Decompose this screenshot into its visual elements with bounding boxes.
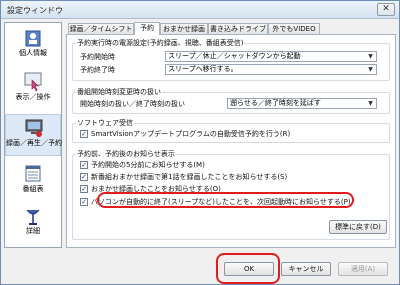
tab-recording-timeshift[interactable]: 録画／タイムシフト [68,23,134,34]
tv-recording-icon [25,119,43,137]
notify-5min-label: 予約開始の5分前にお知らせする(M) [91,161,205,169]
close-icon[interactable]: ✕ [377,3,395,16]
chevron-down-icon: ▼ [368,66,373,73]
notify-first-episode-checkbox[interactable]: ✓ [80,173,88,181]
tab-outdoor-video[interactable]: 外でもVIDEO [268,23,320,34]
notify-5min-checkbox[interactable]: ✓ [80,161,88,169]
power-group-title: 予約実行時の電源設定(予約録画、視聴、番組表受信) [76,38,245,48]
sidebar-item-advanced[interactable]: 詳細 [5,203,61,245]
sidebar-item-personal[interactable]: 個人情報 [5,25,61,67]
software-group-title: ソフトウェア受信 [76,118,134,128]
sidebar-item-display[interactable]: 表示／操作 [5,69,61,111]
start-action-select[interactable]: スリープ／休止／シャットダウンから起動 ▼ [165,51,377,62]
title-bar: 設定ウィンドウ ✕ [1,1,399,19]
end-action-select[interactable]: スリープへ移行する。 ▼ [165,64,377,75]
time-change-group-title: 番組開始時刻変更時の扱い [76,87,162,97]
sidebar-item-label: 表示／操作 [15,93,51,101]
notification-group-title: 予約前、予約後のお知らせ表示 [76,149,176,159]
power-settings-group [72,43,390,81]
tab-auto-recording[interactable]: おまかせ録画 [160,23,208,34]
apply-button[interactable]: 適用(A) [338,262,388,276]
annotation-highlight-ok [216,253,280,284]
start-time-label: 予約開始時 [80,53,115,61]
sidebar-item-recording[interactable]: 録画／再生／予約 [5,114,62,156]
cancel-button[interactable]: キャンセル [281,262,331,276]
auto-update-label: SmartVisionアップデートプログラムの自動受信予約を行う(R) [91,130,291,138]
notify-checkbox-row[interactable]: ✓ 新番組おまかせ録画で第1話を録画したことをお知らせする(S) [80,172,380,182]
person-card-icon [25,30,41,47]
notify-auto-shutdown-checkbox[interactable]: ✓ [80,198,88,206]
auto-update-checkbox[interactable]: ✓ [80,130,88,138]
tab-bar: 録画／タイムシフト 予約 おまかせ録画 書き込みドライブ 外でもVIDEO [66,22,396,35]
tab-writing-drive[interactable]: 書き込みドライブ [208,23,268,34]
sidebar-item-label: 番組表 [22,185,44,193]
notify-first-episode-label: 新番組おまかせ録画で第1話を録画したことをお知らせする(S) [91,173,288,181]
antenna-icon [26,209,40,225]
end-time-label: 予約終了時 [80,66,115,74]
reservation-settings-panel: 予約実行時の電源設定(予約録画、視聴、番組表受信) 予約開始時 スリープ／休止／… [66,34,396,248]
sidebar-item-guide[interactable]: 番組表 [5,161,61,203]
window-title: 設定ウィンドウ [7,6,63,15]
hand-cursor-icon [24,72,42,92]
chevron-down-icon: ▼ [368,53,373,60]
category-sidebar: 個人情報 表示／操作 録画／再生／予約 番組表 詳細 [4,22,62,248]
tab-reservation[interactable]: 予約 [134,22,160,35]
restore-default-button[interactable]: 標準に戻す(D) [329,220,387,234]
sidebar-item-label: 個人情報 [19,49,47,57]
program-guide-icon [25,165,41,182]
auto-update-checkbox-row[interactable]: ✓ SmartVisionアップデートプログラムの自動受信予約を行う(R) [80,129,380,139]
sidebar-item-label: 録画／再生／予約 [6,139,62,147]
time-handling-label: 開始時刻の扱い／終了時刻の扱い [80,100,185,108]
chevron-down-icon: ▼ [368,100,373,107]
annotation-highlight-checkbox [97,192,354,208]
time-handling-select[interactable]: 遡らせる／終了時刻を延ばす ▼ [227,98,377,109]
notify-auto-recorded-checkbox[interactable]: ✓ [80,185,88,193]
notify-checkbox-row[interactable]: ✓ 予約開始の5分前にお知らせする(M) [80,160,380,170]
sidebar-item-label: 詳細 [26,227,40,235]
